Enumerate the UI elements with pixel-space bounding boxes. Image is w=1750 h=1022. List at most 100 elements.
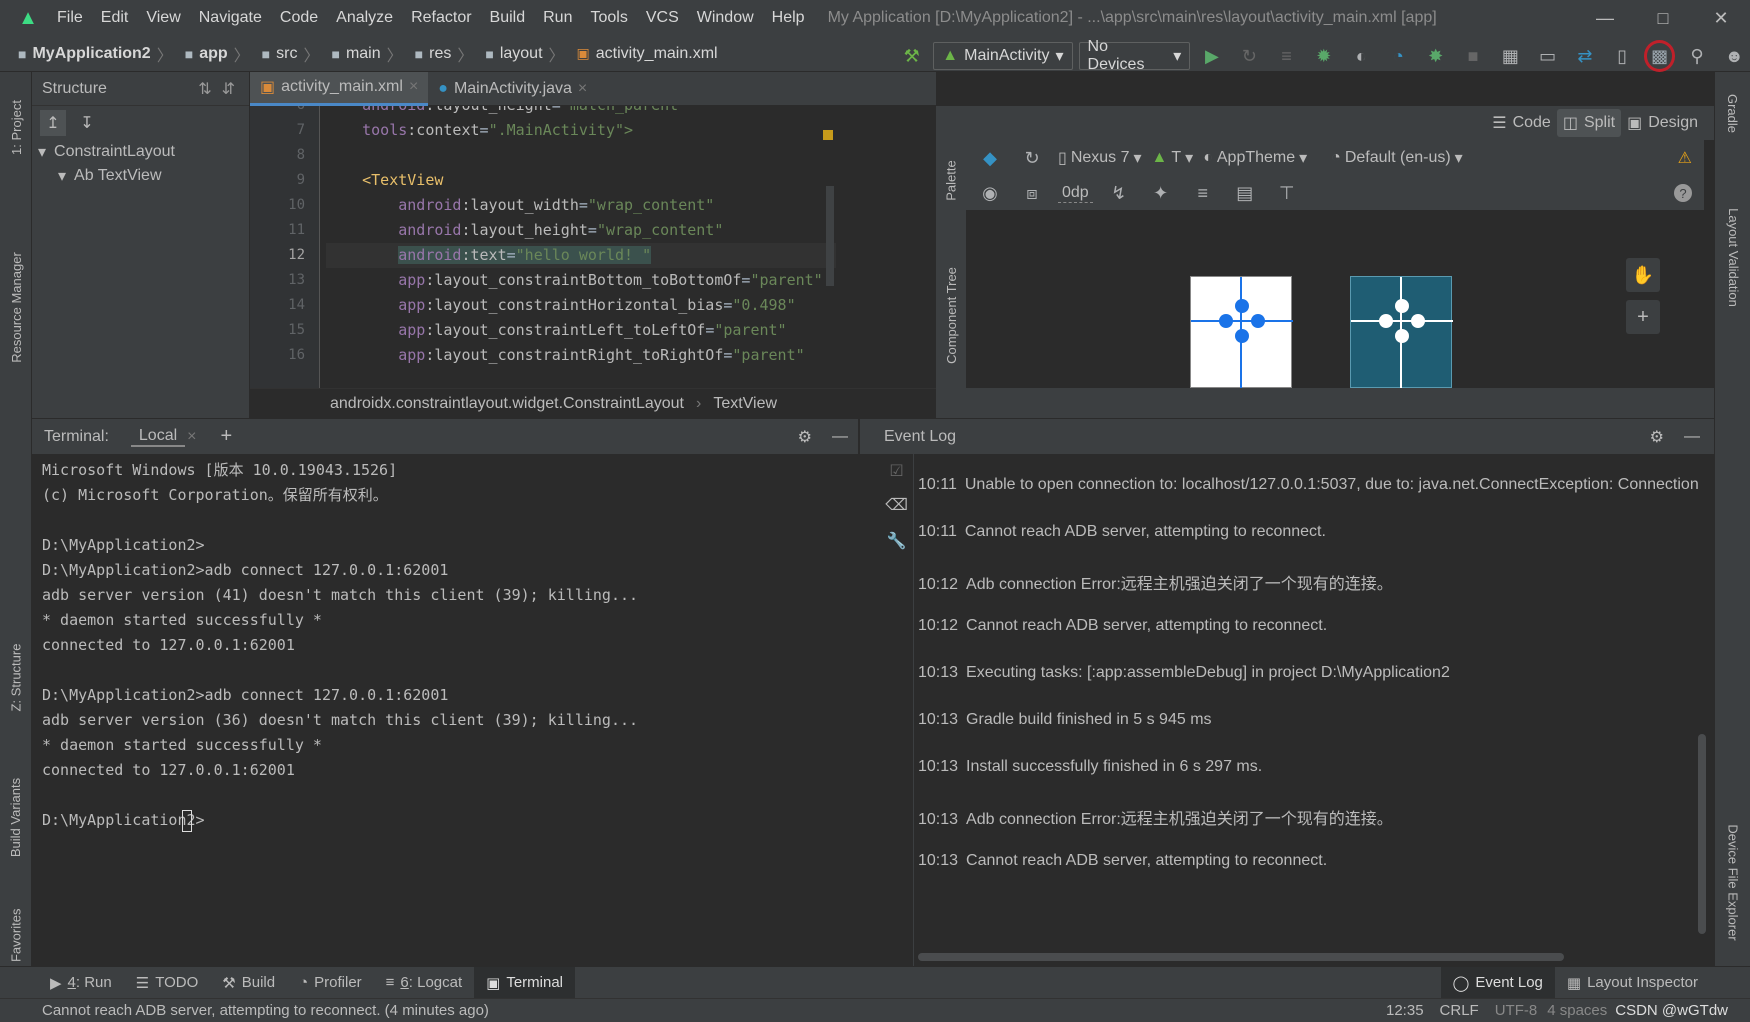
- stop-icon[interactable]: ■: [1457, 40, 1488, 72]
- tool-tab-component-tree[interactable]: Component Tree: [936, 240, 966, 390]
- debug-icon[interactable]: ✹: [1308, 40, 1339, 72]
- tool-tab-resource-manager[interactable]: Resource Manager: [0, 202, 32, 412]
- run-icon[interactable]: ▶: [1196, 40, 1227, 72]
- breadcrumb-layout[interactable]: ■ layout 〉: [485, 42, 570, 66]
- run-config-select[interactable]: ▲ MainActivity ▾: [933, 42, 1073, 70]
- tool-tab-build-variants[interactable]: Build Variants: [0, 752, 32, 882]
- gear-icon[interactable]: ⚙: [798, 427, 812, 447]
- terminal-tab-local[interactable]: Local: [130, 427, 186, 447]
- constraint-anchor[interactable]: [1395, 299, 1409, 313]
- search-icon[interactable]: ⚲: [1681, 40, 1712, 72]
- menu-window[interactable]: Window: [688, 9, 763, 27]
- indent-setting[interactable]: 4 spaces: [1547, 1002, 1607, 1019]
- move-up-icon[interactable]: ↥: [40, 110, 66, 136]
- tool-run[interactable]: ▶ 4: Run: [38, 967, 124, 999]
- coverage-icon[interactable]: ◐: [1345, 40, 1376, 72]
- locale-menu[interactable]: ◔ Default (en-us) ▾: [1331, 148, 1463, 168]
- constraint-anchor[interactable]: [1219, 314, 1233, 328]
- menu-build[interactable]: Build: [481, 9, 535, 27]
- close-icon[interactable]: ✕: [1692, 8, 1750, 29]
- theme-menu[interactable]: ◐ AppTheme ▾: [1203, 148, 1307, 168]
- minimize-panel-icon[interactable]: —: [832, 428, 848, 446]
- menu-run[interactable]: Run: [534, 9, 581, 27]
- xml-breadcrumb-current[interactable]: TextView: [713, 395, 777, 413]
- caret-position[interactable]: 12:35: [1386, 1002, 1424, 1019]
- inspection-status-icon[interactable]: [823, 130, 833, 140]
- close-tab-icon[interactable]: ×: [578, 80, 587, 98]
- constraint-anchor[interactable]: [1235, 329, 1249, 343]
- menu-file[interactable]: File: [48, 9, 92, 27]
- status-message[interactable]: Cannot reach ADB server, attempting to r…: [42, 1002, 489, 1019]
- minimize-icon[interactable]: —: [1576, 8, 1634, 29]
- tool-build[interactable]: ⚒ Build: [210, 967, 287, 999]
- hammer-icon[interactable]: ⚒: [896, 40, 927, 72]
- default-margin[interactable]: 0dp: [1058, 184, 1093, 203]
- gear-icon[interactable]: ⚙: [1650, 427, 1664, 447]
- view-split-button[interactable]: ◫ Split: [1556, 109, 1622, 137]
- apply-changes-icon[interactable]: ↻: [1234, 40, 1265, 72]
- avd-manager-icon[interactable]: ▯: [1607, 40, 1638, 72]
- editor-scrollbar[interactable]: [826, 186, 834, 286]
- tool-tab-gradle[interactable]: Gradle: [1715, 78, 1750, 148]
- design-preview[interactable]: [1190, 276, 1293, 388]
- tab-activity-main[interactable]: ▣ activity_main.xml ×: [250, 71, 429, 106]
- horizontal-scrollbar[interactable]: [918, 953, 1564, 961]
- breadcrumb-res[interactable]: ■ res 〉: [415, 42, 480, 66]
- clear-constraints-icon[interactable]: ↯: [1103, 177, 1135, 209]
- move-down-icon[interactable]: ↧: [74, 110, 100, 136]
- menu-tools[interactable]: Tools: [581, 9, 636, 27]
- breadcrumb-file[interactable]: ▣ activity_main.xml: [577, 45, 718, 63]
- breadcrumb-src[interactable]: ■ src 〉: [262, 42, 326, 66]
- xml-breadcrumb-parent[interactable]: androidx.constraintlayout.widget.Constra…: [330, 395, 684, 413]
- expand-all-icon[interactable]: ⇅: [198, 79, 211, 99]
- close-tab-icon[interactable]: ×: [187, 428, 196, 446]
- apply-code-changes-icon[interactable]: ≡: [1271, 40, 1302, 72]
- device-menu[interactable]: ▯ Nexus 7 ▾: [1058, 148, 1142, 168]
- tool-logcat[interactable]: ≡ 6: Logcat: [374, 967, 474, 999]
- event-log-output[interactable]: 10:11 Unable to open connection to: local…: [914, 454, 1714, 966]
- tool-tab-structure[interactable]: Z: Structure: [0, 602, 32, 752]
- minimize-panel-icon[interactable]: —: [1684, 428, 1700, 446]
- tool-profiler[interactable]: ◔ Profiler: [287, 967, 374, 999]
- blueprint-preview[interactable]: [1350, 276, 1453, 388]
- tool-event-log[interactable]: ◯ Event Log: [1440, 966, 1555, 999]
- mark-read-icon[interactable]: ☑: [880, 454, 913, 488]
- menu-code[interactable]: Code: [271, 9, 327, 27]
- sync-gradle-icon[interactable]: ⇄: [1569, 40, 1600, 72]
- zoom-in-icon[interactable]: +: [1626, 300, 1660, 334]
- breadcrumb-main[interactable]: ■ main 〉: [331, 42, 408, 66]
- api-level-menu[interactable]: ▲ T ▾: [1152, 148, 1194, 168]
- menu-analyze[interactable]: Analyze: [327, 9, 402, 27]
- new-terminal-icon[interactable]: +: [221, 425, 233, 448]
- menu-edit[interactable]: Edit: [92, 9, 138, 27]
- menu-vcs[interactable]: VCS: [637, 9, 688, 27]
- line-separator[interactable]: CRLF: [1440, 1002, 1479, 1019]
- tool-todo[interactable]: ☰ TODO: [124, 967, 211, 999]
- trash-icon[interactable]: ⌫: [880, 488, 913, 522]
- user-icon[interactable]: ☻: [1719, 40, 1750, 72]
- constraint-anchor[interactable]: [1411, 314, 1425, 328]
- file-encoding[interactable]: UTF-8: [1495, 1002, 1538, 1019]
- wrench-icon[interactable]: 🔧: [880, 522, 913, 560]
- menu-view[interactable]: View: [137, 9, 189, 27]
- constraint-anchor[interactable]: [1379, 314, 1393, 328]
- tree-item-constraintlayout[interactable]: ▾ ConstraintLayout: [32, 140, 249, 164]
- orientation-icon[interactable]: ↻: [1016, 142, 1048, 174]
- attach-debugger-icon[interactable]: ✸: [1420, 40, 1451, 72]
- device-manager-icon[interactable]: ▩: [1643, 40, 1676, 72]
- design-canvas[interactable]: ✋ +: [966, 210, 1684, 388]
- align-icon[interactable]: ▤: [1229, 177, 1261, 209]
- tool-tab-palette[interactable]: Palette: [936, 140, 966, 220]
- constraint-anchor[interactable]: [1395, 329, 1409, 343]
- warning-icon[interactable]: ⚠: [1678, 148, 1692, 168]
- infer-constraints-icon[interactable]: ✦: [1145, 177, 1177, 209]
- maximize-icon[interactable]: □: [1634, 8, 1692, 29]
- breadcrumb-module[interactable]: ■ app 〉: [185, 42, 256, 66]
- terminal-output[interactable]: Microsoft Windows [版本 10.0.19043.1526] (c…: [32, 454, 858, 966]
- tool-layout-inspector[interactable]: ▦ Layout Inspector: [1555, 967, 1710, 999]
- collapse-all-icon[interactable]: ⇵: [222, 79, 235, 99]
- autoconnect-icon[interactable]: ⧈: [1016, 177, 1048, 209]
- tool-tab-project[interactable]: 1: Project: [0, 82, 32, 172]
- tab-mainactivity[interactable]: ● MainActivity.java ×: [428, 72, 597, 106]
- tool-tab-layout-validation[interactable]: Layout Validation: [1715, 172, 1750, 342]
